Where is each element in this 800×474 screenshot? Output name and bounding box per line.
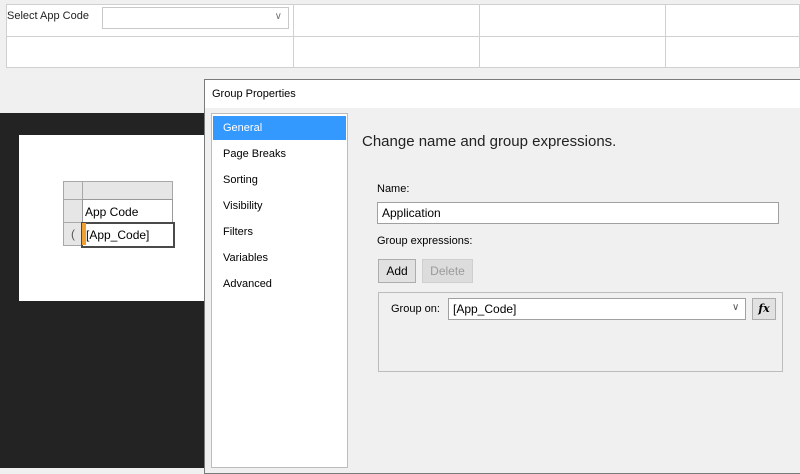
delete-button[interactable]: Delete [422,259,473,283]
group-expressions-label: Group expressions: [377,235,473,247]
param-cell [7,37,294,67]
nav-item-sorting[interactable]: Sorting [213,168,346,192]
app-code-dropdown[interactable]: ∨ [102,7,289,29]
param-cell [480,37,666,67]
nav-item-variables[interactable]: Variables [213,246,346,270]
chevron-down-icon: ∨ [732,302,740,313]
fx-icon[interactable]: fx [752,298,776,320]
group-indicator: ( [71,227,75,241]
param-cell [294,37,480,67]
group-on-label: Group on: [391,303,440,315]
dialog-title: Group Properties [212,88,296,100]
param-cell [666,37,799,67]
param-cell [294,5,480,37]
nav-item-advanced[interactable]: Advanced [213,272,346,296]
nav-item-visibility[interactable]: Visibility [213,194,346,218]
chevron-down-icon: ∨ [274,11,282,22]
add-button[interactable]: Add [378,259,416,283]
tablix-field-text: [App_Code] [86,228,150,242]
tablix-header-text: App Code [85,205,139,219]
nav-item-general[interactable]: General [213,116,346,140]
page-heading: Change name and group expressions. [362,133,617,150]
select-app-code-label: Select App Code [7,10,89,22]
name-field[interactable] [377,202,779,224]
name-label: Name: [377,183,410,195]
param-cell [666,5,799,37]
nav-item-page-breaks[interactable]: Page Breaks [213,142,346,166]
nav-item-filters[interactable]: Filters [213,220,346,244]
tablix-column-handle[interactable] [82,181,173,200]
group-on-value: [App_Code] [453,302,517,316]
tablix-corner-handle[interactable] [63,181,83,200]
tablix-row-handle[interactable] [63,199,83,223]
param-cell [480,5,666,37]
